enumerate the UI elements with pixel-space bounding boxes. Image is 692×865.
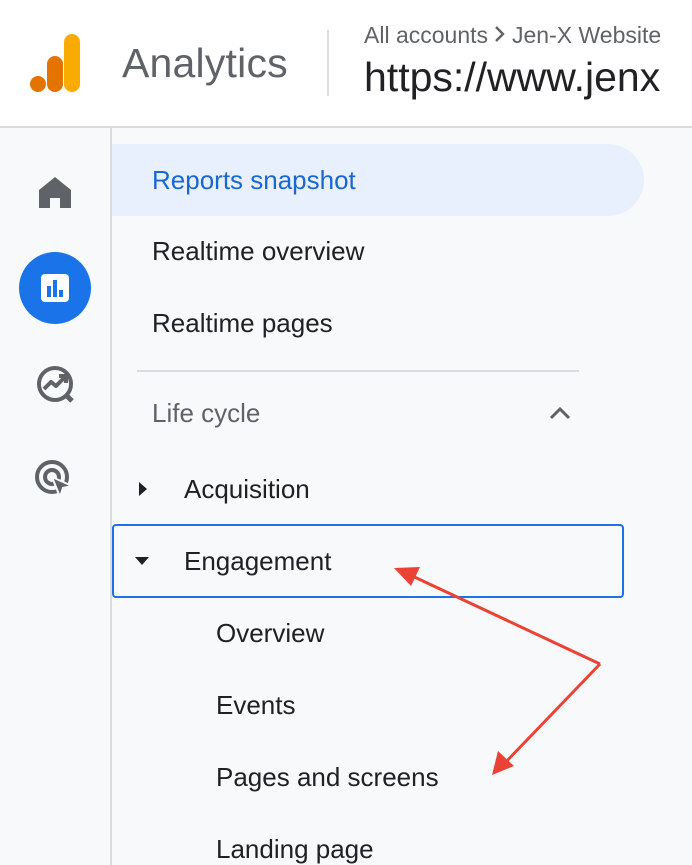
nav-engagement-overview[interactable]: Overview <box>216 618 324 649</box>
nav-realtime-pages[interactable]: Realtime pages <box>152 308 333 339</box>
reports-button[interactable] <box>19 252 91 324</box>
chevron-right-icon <box>494 22 506 49</box>
reports-nav: Reports snapshot Realtime overview Realt… <box>112 128 692 865</box>
advertising-icon <box>35 460 76 500</box>
explore-icon <box>37 366 74 403</box>
property-selector[interactable]: https://www.jenx <box>364 54 660 101</box>
analytics-logo-icon[interactable] <box>30 34 82 92</box>
breadcrumb-account-name[interactable]: Jen-X Website <box>512 22 661 49</box>
nav-realtime-overview[interactable]: Realtime overview <box>152 236 364 267</box>
breadcrumb[interactable]: All accounts Jen-X Website <box>364 22 661 49</box>
expand-down-icon[interactable] <box>134 556 150 566</box>
section-divider <box>137 370 579 372</box>
header-divider <box>327 30 329 96</box>
nav-reports-snapshot[interactable]: Reports snapshot <box>112 144 644 216</box>
nav-landing-page[interactable]: Landing page <box>216 834 374 865</box>
breadcrumb-all-accounts[interactable]: All accounts <box>364 22 488 49</box>
app-name: Analytics <box>122 40 288 86</box>
section-lifecycle-label[interactable]: Life cycle <box>152 398 260 429</box>
nav-pages-and-screens[interactable]: Pages and screens <box>216 762 439 793</box>
nav-acquisition[interactable]: Acquisition <box>184 474 310 505</box>
reports-icon <box>41 274 69 302</box>
expand-right-icon[interactable] <box>137 481 149 497</box>
left-rail <box>0 128 112 865</box>
nav-engagement[interactable]: Engagement <box>184 546 331 577</box>
explore-button[interactable] <box>19 348 91 420</box>
nav-engagement-events[interactable]: Events <box>216 690 296 721</box>
home-button[interactable] <box>19 156 91 228</box>
app-header: Analytics All accounts Jen-X Website htt… <box>0 0 692 128</box>
advertising-button[interactable] <box>19 444 91 516</box>
chevron-up-icon[interactable] <box>548 405 572 421</box>
home-icon <box>39 177 71 208</box>
